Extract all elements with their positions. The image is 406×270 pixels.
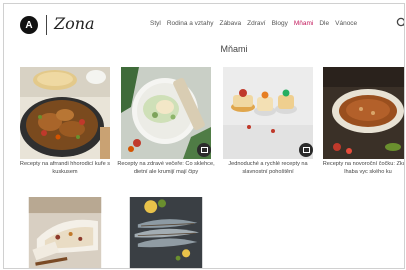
search-icon[interactable] xyxy=(396,17,405,29)
gallery-icon xyxy=(197,143,211,157)
brand-logo-icon[interactable]: A xyxy=(20,16,38,34)
site-header: A Zona Styl Rodina a vztahy Zábava Zdrav… xyxy=(4,4,404,42)
article-image[interactable] xyxy=(121,197,211,269)
article-image[interactable] xyxy=(20,67,110,159)
gallery-icon xyxy=(299,143,313,157)
nav-item-rodina[interactable]: Rodina a vztahy xyxy=(167,20,214,27)
logo-divider xyxy=(46,15,47,35)
nav-item-mnami[interactable]: Mňami xyxy=(294,20,314,27)
article-image[interactable] xyxy=(20,197,110,269)
nav-item-vanoce[interactable]: Vánoce xyxy=(335,20,357,27)
brand-name[interactable]: Zona xyxy=(54,14,95,33)
article-caption[interactable]: Recepty na novoroční čočku: Zkuste lhaba… xyxy=(319,161,404,176)
browser-viewport: A Zona Styl Rodina a vztahy Zábava Zdrav… xyxy=(3,3,405,269)
section-title: Mňami xyxy=(220,44,248,54)
nav-item-blogy[interactable]: Blogy xyxy=(272,20,288,27)
nav-item-dle[interactable]: Dle xyxy=(319,20,329,27)
article-caption[interactable]: Recepty na zdravé večeře: Co sklehce, di… xyxy=(117,161,215,176)
nav-item-zabava[interactable]: Zábava xyxy=(219,20,241,27)
article-image[interactable] xyxy=(323,67,405,159)
article-caption[interactable]: Recepty na afrrandi hhorodicí kuře s kus… xyxy=(16,161,114,176)
nav-item-styl[interactable]: Styl xyxy=(150,20,161,27)
article-caption[interactable]: Jednoduché a rychlé recepty na slavnostn… xyxy=(219,161,317,176)
nav-item-zdravi[interactable]: Zdraví xyxy=(247,20,265,27)
main-nav: Styl Rodina a vztahy Zábava Zdraví Blogy… xyxy=(150,20,357,27)
